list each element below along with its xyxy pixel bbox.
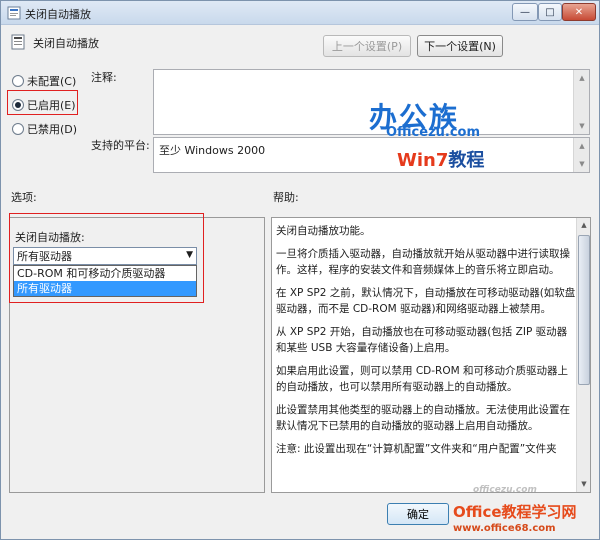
highlight-frame-options <box>9 213 204 303</box>
radio-disabled[interactable]: 已禁用(D) <box>12 121 77 137</box>
policy-dialog: 关闭自动播放 — □ ✕ 关闭自动播放 上一个设置(P) 下一个设置(N) 未配… <box>0 0 600 540</box>
supported-platform-value: 至少 Windows 2000 <box>159 144 266 157</box>
help-scrollbar[interactable]: ▲ ▼ <box>576 218 590 492</box>
scroll-up-icon[interactable]: ▲ <box>577 218 591 233</box>
radio-label: 已禁用(D) <box>27 123 78 136</box>
supported-scrollbar[interactable]: ▲ ▼ <box>573 138 589 172</box>
comment-label: 注释: <box>91 71 117 84</box>
next-setting-button[interactable]: 下一个设置(N) <box>417 35 503 57</box>
help-text: 关闭自动播放功能。 一旦将介质插入驱动器，自动播放就开始从驱动器中进行读取操作。… <box>276 223 576 464</box>
supported-platform-label: 支持的平台: <box>91 139 150 152</box>
scroll-down-icon[interactable]: ▼ <box>574 156 590 172</box>
policy-app-icon <box>7 6 21 20</box>
site-logo: officezu.com Office教程学习网 www.office68.co… <box>453 485 577 534</box>
radio-indicator[interactable] <box>12 75 24 87</box>
policy-name: 关闭自动播放 <box>33 37 99 50</box>
minimize-icon: — <box>520 6 530 18</box>
scroll-up-icon[interactable]: ▲ <box>574 70 590 86</box>
options-section-label: 选项: <box>11 191 37 204</box>
help-paragraph: 在 XP SP2 之前，默认情况下，自动播放在可移动驱动器(如软盘驱动器，而不是… <box>276 287 576 315</box>
ok-button[interactable]: 确定 <box>387 503 449 525</box>
radio-not-configured[interactable]: 未配置(C) <box>12 73 76 89</box>
previous-setting-button[interactable]: 上一个设置(P) <box>323 35 411 57</box>
title-bar: 关闭自动播放 — □ ✕ <box>1 1 599 25</box>
help-paragraph: 此设置禁用其他类型的驱动器上的自动播放。无法使用此设置在默认情况下已禁用的自动播… <box>276 404 570 432</box>
logo-top-text: officezu.com <box>473 485 537 495</box>
maximize-button[interactable]: □ <box>538 3 562 21</box>
watermark-jiaocheng: 教程 <box>448 150 485 171</box>
help-paragraph: 如果启用此设置，则可以禁用 CD-ROM 和可移动介质驱动器上的自动播放，也可以… <box>276 365 568 393</box>
minimize-button[interactable]: — <box>512 3 538 21</box>
close-button[interactable]: ✕ <box>562 3 596 21</box>
watermark-tutorial: Win7教程 <box>397 146 484 172</box>
radio-indicator[interactable] <box>12 123 24 135</box>
policy-setting-icon <box>11 34 25 50</box>
watermark-win7: Win7 <box>397 150 449 171</box>
help-paragraph: 一旦将介质插入驱动器，自动播放就开始从驱动器中进行读取操作。这样，程序的安装文件… <box>276 248 570 276</box>
supported-platform-box: 至少 Windows 2000 ▲ ▼ <box>153 137 590 173</box>
highlight-frame-enabled <box>7 90 78 115</box>
scroll-down-icon[interactable]: ▼ <box>574 118 590 134</box>
radio-label: 未配置(C) <box>27 75 77 88</box>
close-icon: ✕ <box>574 6 584 18</box>
help-paragraph: 注意: 此设置出现在“计算机配置”文件夹和“用户配置”文件夹 <box>276 443 557 455</box>
scroll-thumb[interactable] <box>578 235 590 385</box>
scroll-up-icon[interactable]: ▲ <box>574 138 590 154</box>
help-paragraph: 从 XP SP2 开始，自动播放也在可移动驱动器(包括 ZIP 驱动器和某些 U… <box>276 326 568 354</box>
maximize-icon: □ <box>545 6 555 18</box>
scroll-down-icon[interactable]: ▼ <box>577 477 591 492</box>
watermark-site: Officezu.com <box>386 125 481 140</box>
help-paragraph: 关闭自动播放功能。 <box>276 225 371 237</box>
help-section-label: 帮助: <box>273 191 299 204</box>
logo-main-text: Office教程学习网 <box>453 503 577 521</box>
window-title: 关闭自动播放 <box>25 8 91 21</box>
logo-url-text: www.office68.com <box>453 523 556 534</box>
comment-scrollbar[interactable]: ▲ ▼ <box>573 70 589 134</box>
